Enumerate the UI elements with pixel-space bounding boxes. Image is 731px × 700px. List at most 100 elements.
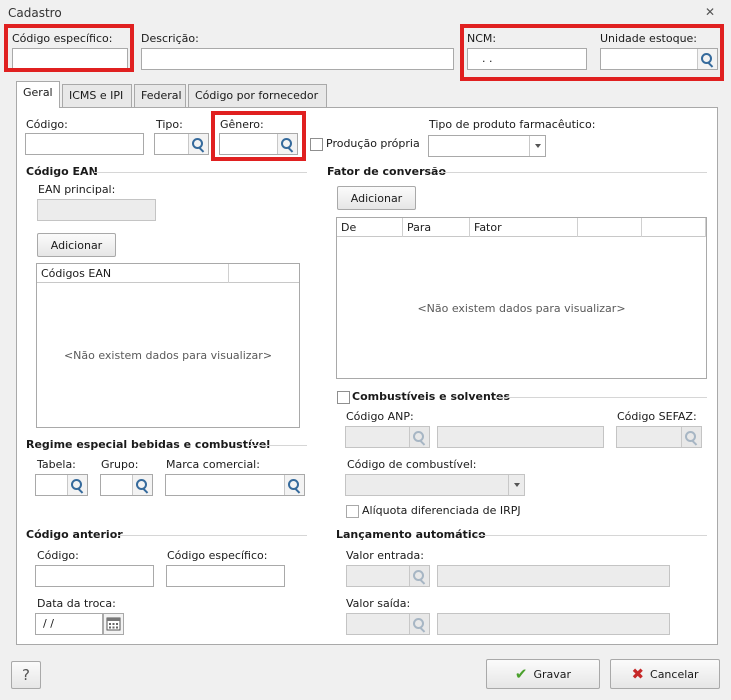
help-button[interactable]: ?	[11, 661, 41, 689]
window-title: Cadastro	[8, 6, 62, 20]
anterior-section-title: Código anterior	[26, 528, 123, 541]
anterior-codigo-label: Código:	[37, 549, 79, 562]
tabela-label: Tabela:	[37, 458, 76, 471]
tipo-search-button[interactable]	[188, 134, 208, 154]
valor-entrada-search-button[interactable]	[409, 566, 429, 586]
gravar-label: Gravar	[533, 667, 572, 681]
marca-comercial-label: Marca comercial:	[166, 458, 260, 471]
regime-section-title: Regime especial bebidas e combustível	[26, 438, 271, 451]
tabela-search-button[interactable]	[67, 475, 87, 495]
gravar-button[interactable]: ✔ Gravar	[486, 659, 600, 689]
cancelar-label: Cancelar	[650, 667, 699, 681]
search-icon	[413, 430, 426, 444]
combustiveis-checkbox[interactable]	[337, 391, 350, 404]
codigo-sefaz-search-button[interactable]	[681, 427, 701, 447]
fator-grid[interactable]: De Para Fator <Não existem dados para vi…	[336, 217, 707, 379]
codigo-combustivel-select[interactable]	[345, 474, 525, 496]
search-icon	[413, 617, 426, 631]
anterior-codigo-especifico-input[interactable]	[166, 565, 285, 587]
producao-propria-label: Produção própria	[326, 137, 420, 150]
dropdown-arrow-icon[interactable]	[529, 136, 545, 156]
anterior-codigo-input[interactable]	[35, 565, 154, 587]
ean-grid[interactable]: Códigos EAN <Não existem dados para visu…	[36, 263, 300, 428]
codigo-anp-search-button[interactable]	[409, 427, 429, 447]
fator-column-fator[interactable]: Fator	[470, 218, 578, 237]
tipo-label: Tipo:	[156, 118, 183, 131]
tab-federal[interactable]: Federal	[134, 84, 186, 107]
fator-section-divider	[437, 172, 707, 173]
tab-codigo-fornecedor[interactable]: Código por fornecedor	[188, 84, 327, 107]
codigo-anp-description	[437, 426, 604, 448]
marca-comercial-field[interactable]	[165, 474, 305, 496]
search-icon	[71, 478, 84, 492]
marca-comercial-search-button[interactable]	[284, 475, 304, 495]
highlight-box-codigo-especifico	[4, 24, 134, 72]
valor-saida-description	[437, 613, 670, 635]
tabela-field[interactable]	[35, 474, 88, 496]
data-troca-label: Data da troca:	[37, 597, 116, 610]
search-icon	[192, 137, 205, 151]
search-icon	[413, 569, 426, 583]
fator-grid-header: De Para Fator	[337, 218, 706, 237]
descricao-input[interactable]	[141, 48, 454, 70]
checkmark-icon: ✔	[514, 665, 528, 683]
search-icon	[136, 478, 149, 492]
cancelar-button[interactable]: ✖ Cancelar	[610, 659, 720, 689]
fator-column-extra-2[interactable]	[642, 218, 706, 237]
fator-column-para[interactable]: Para	[403, 218, 470, 237]
valor-entrada-description	[437, 565, 670, 587]
highlight-box-genero	[211, 111, 306, 161]
search-icon	[685, 430, 698, 444]
tab-icms-ipi[interactable]: ICMS e IPI	[62, 84, 132, 107]
fator-empty-message: <Não existem dados para visualizar>	[417, 302, 626, 315]
valor-saida-field[interactable]	[346, 613, 430, 635]
fator-column-de[interactable]: De	[337, 218, 403, 237]
valor-saida-label: Valor saída:	[346, 597, 411, 610]
codigo-sefaz-field[interactable]	[616, 426, 702, 448]
codigo-anp-field[interactable]	[345, 426, 430, 448]
ean-column-header[interactable]: Códigos EAN	[37, 264, 229, 283]
fator-section-title: Fator de conversão	[327, 165, 447, 178]
calendar-button[interactable]	[103, 613, 124, 635]
descricao-label: Descrição:	[141, 32, 199, 45]
combustiveis-divider	[497, 397, 707, 398]
ean-grid-header: Códigos EAN	[37, 264, 299, 283]
codigo-anp-label: Código ANP:	[346, 410, 414, 423]
ean-principal-input[interactable]	[37, 199, 156, 221]
codigo-combustivel-label: Código de combustível:	[347, 458, 477, 471]
regime-section-divider	[249, 445, 307, 446]
valor-entrada-field[interactable]	[346, 565, 430, 587]
fator-column-extra-1[interactable]	[578, 218, 642, 237]
codigo-input[interactable]	[25, 133, 144, 155]
grupo-field[interactable]	[100, 474, 153, 496]
ean-section-divider	[94, 172, 307, 173]
help-icon: ?	[22, 666, 30, 684]
anterior-section-divider	[118, 535, 307, 536]
grupo-label: Grupo:	[101, 458, 139, 471]
anterior-codigo-especifico-label: Código específico:	[167, 549, 268, 562]
lancamento-section-title: Lançamento automático	[336, 528, 486, 541]
calendar-icon	[106, 617, 121, 631]
aliquota-checkbox[interactable]	[346, 505, 359, 518]
search-icon	[288, 478, 301, 492]
combustiveis-label: Combustíveis e solventes	[352, 390, 511, 403]
tipo-farmaceutico-label: Tipo de produto farmacêutico:	[429, 118, 596, 131]
close-icon[interactable]: ✕	[705, 5, 715, 19]
ean-add-button[interactable]: Adicionar	[37, 233, 116, 257]
ean-empty-message: <Não existem dados para visualizar>	[63, 349, 273, 362]
grupo-search-button[interactable]	[132, 475, 152, 495]
valor-entrada-label: Valor entrada:	[346, 549, 424, 562]
tipo-farmaceutico-select[interactable]	[428, 135, 546, 157]
dropdown-arrow-icon[interactable]	[508, 475, 524, 495]
codigo-sefaz-label: Código SEFAZ:	[617, 410, 697, 423]
tipo-field[interactable]	[154, 133, 209, 155]
valor-saida-search-button[interactable]	[409, 614, 429, 634]
tab-geral[interactable]: Geral	[16, 81, 60, 108]
fator-add-button[interactable]: Adicionar	[337, 186, 416, 210]
producao-propria-checkbox[interactable]	[310, 138, 323, 151]
lancamento-section-divider	[475, 535, 707, 536]
highlight-box-ncm-unidade	[460, 24, 724, 81]
data-troca-input[interactable]: / /	[35, 613, 103, 635]
codigo-label: Código:	[26, 118, 68, 131]
cancel-x-icon: ✖	[631, 665, 645, 683]
